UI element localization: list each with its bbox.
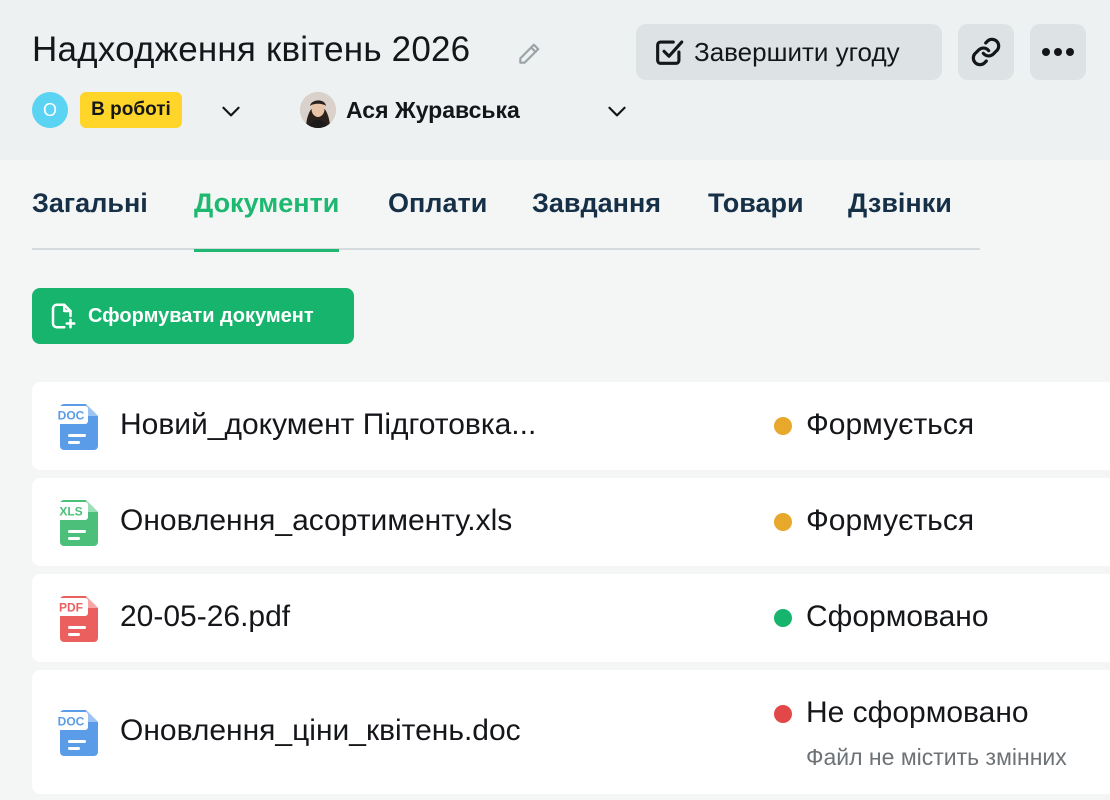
document-status: Формується [806,408,975,441]
responsible-user-name[interactable]: Ася Журавська [346,97,520,124]
page-title: Надходження квітень 2026 [32,30,471,69]
document-status-note: Файл не містить змінних [806,744,1067,770]
more-options-button[interactable] [1030,24,1086,80]
tab-payments[interactable]: Оплати [388,186,487,250]
status-dot-icon [774,513,792,531]
doc-file-icon: DOC [54,404,98,450]
create-document-button[interactable]: Сформувати документ [32,288,354,344]
tab-general[interactable]: Загальні [32,186,148,250]
document-row[interactable]: DOC Новий_документ Підготовка... Формуєт… [32,382,1110,470]
avatar [300,92,336,128]
link-icon [971,37,1001,67]
document-status: Сформовано [806,600,989,633]
tab-products[interactable]: Товари [708,186,804,250]
xls-file-icon: XLS [54,500,98,546]
create-document-label: Сформувати документ [88,304,314,327]
pencil-icon[interactable] [516,41,542,67]
status-badge[interactable]: В роботі [80,92,182,128]
tab-tasks[interactable]: Завдання [532,186,661,250]
file-plus-icon [51,303,76,329]
document-status: Не сформовано [806,696,1029,729]
complete-deal-label: Завершити угоду [694,36,900,67]
pdf-file-icon: PDF [54,596,98,642]
file-type-label: DOC [58,715,85,729]
deal-header: Надходження квітень 2026 Завершити угоду… [0,0,1110,160]
chevron-down-icon[interactable] [218,98,244,124]
doc-file-icon: DOC [54,710,98,756]
tab-calls[interactable]: Дзвінки [848,186,952,250]
status-dot-icon [774,705,792,723]
status-row: О В роботі Ася Журавська [32,92,672,128]
chevron-down-icon[interactable] [604,98,630,124]
tab-bar: Загальні Документи Оплати Завдання Товар… [32,186,980,252]
document-name: Оновлення_асортименту.xls [120,504,513,537]
more-dots-icon [1042,48,1074,56]
document-name: Оновлення_ціни_квітень.doc [120,714,521,747]
status-dot-icon [774,417,792,435]
status-stage-indicator: О [32,92,68,128]
checkbox-check-icon [656,40,684,65]
document-name: 20-05-26.pdf [120,600,291,633]
user-photo-icon [300,92,336,128]
copy-link-button[interactable] [958,24,1014,80]
tab-documents[interactable]: Документи [194,186,340,252]
document-row[interactable]: PDF 20-05-26.pdf Сформовано [32,574,1110,662]
file-type-label: XLS [59,505,82,519]
document-status: Формується [806,504,975,537]
status-dot-icon [774,609,792,627]
file-type-label: PDF [59,601,83,615]
document-row[interactable]: DOC Оновлення_ціни_квітень.doc Не сформо… [32,670,1110,794]
document-row[interactable]: XLS Оновлення_асортименту.xls Формується [32,478,1110,566]
complete-deal-button[interactable]: Завершити угоду [636,24,942,80]
document-name: Новий_документ Підготовка... [120,408,537,441]
file-type-label: DOC [58,409,85,423]
